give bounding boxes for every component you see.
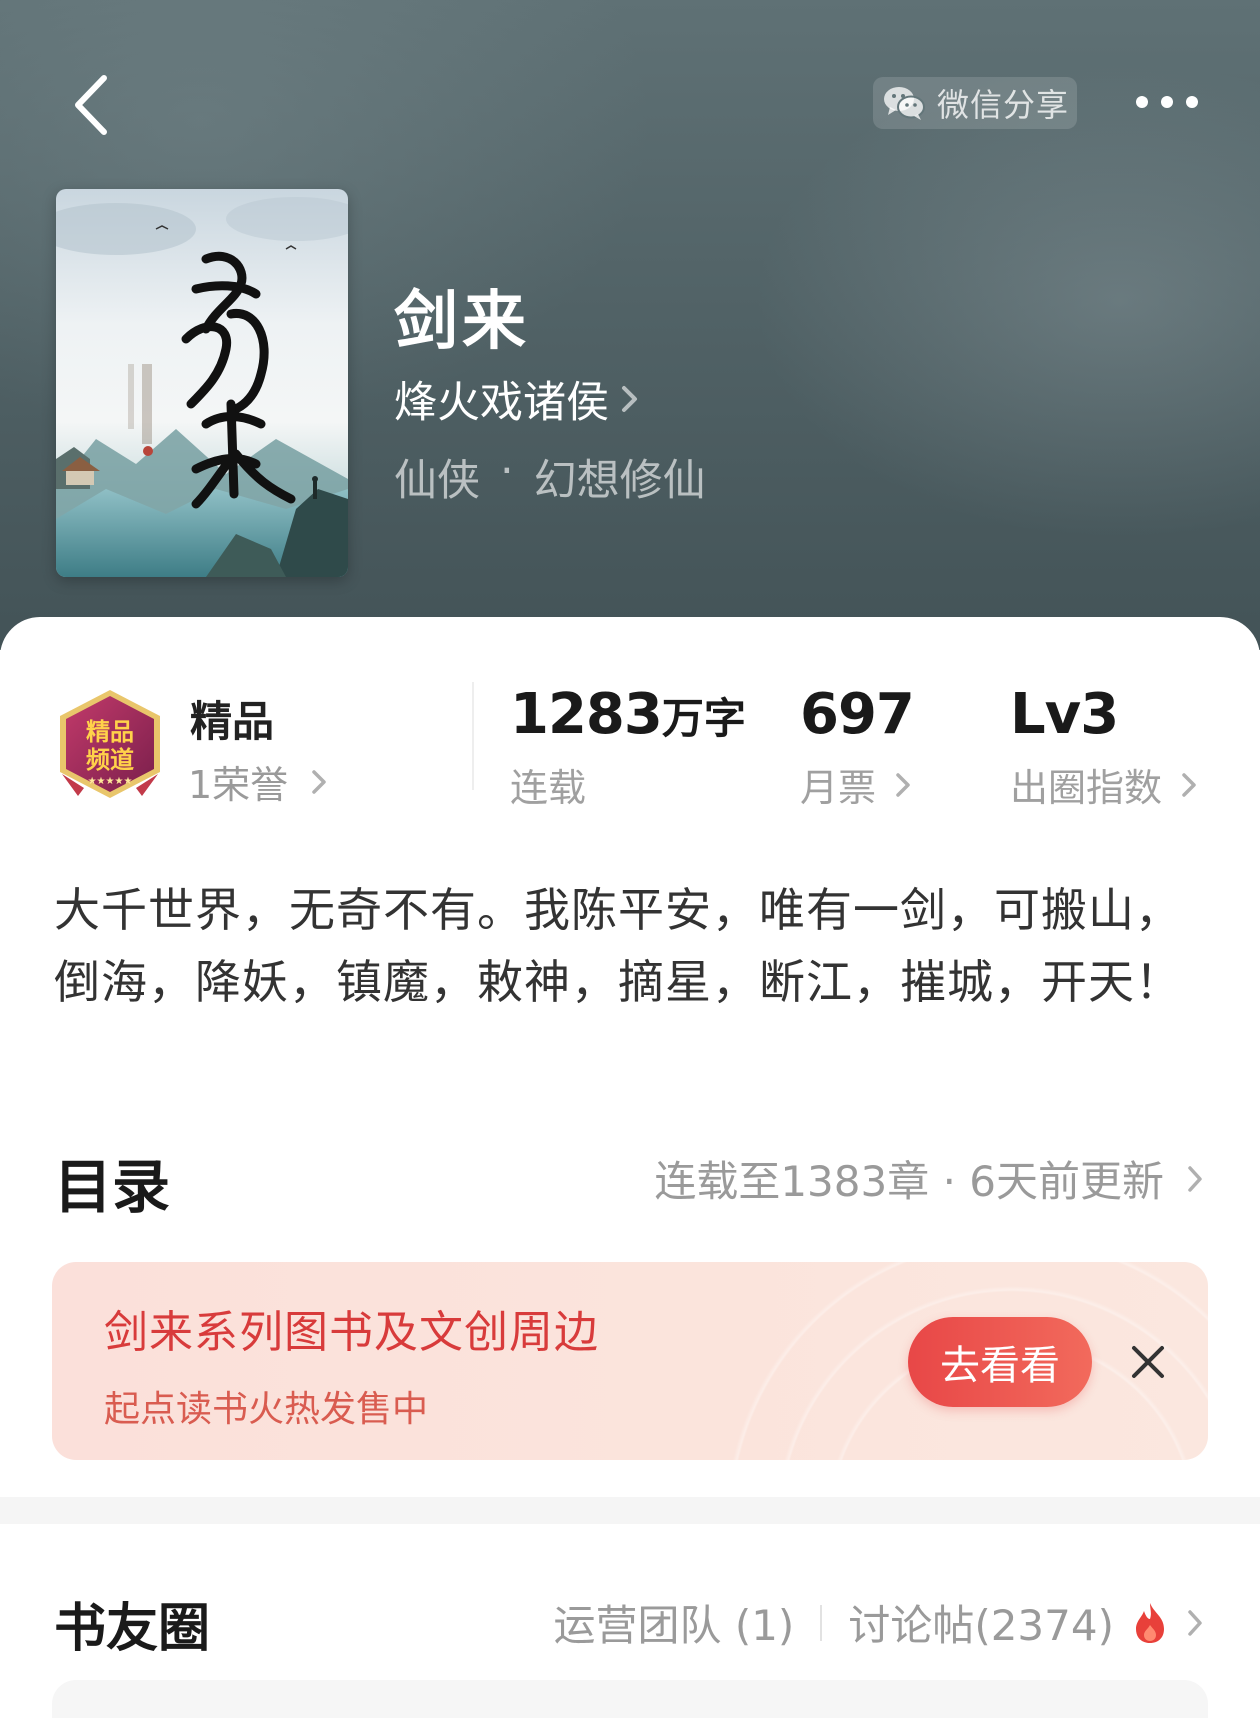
- monthly-ticket-stat[interactable]: 697 月票: [800, 682, 915, 812]
- genre-label: 仙侠: [394, 456, 480, 506]
- honor-count: 1荣誉: [188, 763, 289, 807]
- premium-channel-badge-icon: 精品 频道 ★★★★★: [60, 690, 160, 798]
- chevron-right-icon: [622, 386, 637, 412]
- share-label: 微信分享: [937, 86, 1070, 124]
- word-count-stat: 1283万字 连载: [510, 682, 746, 812]
- wechat-share-button[interactable]: 微信分享: [873, 77, 1077, 129]
- promo-title: 剑来系列图书及文创周边: [104, 1307, 599, 1358]
- promo-close-button[interactable]: [1124, 1338, 1172, 1386]
- popularity-index-value: Lv3: [1010, 682, 1119, 747]
- author-name: 烽火戏诸侯: [394, 378, 609, 428]
- more-options-button[interactable]: [1130, 88, 1210, 116]
- svg-text:精品: 精品: [86, 718, 134, 746]
- reader-circle-links: 运营团队 (1) 讨论帖(2374): [553, 1592, 1204, 1653]
- chevron-right-icon: [896, 772, 910, 797]
- author-link[interactable]: 烽火戏诸侯: [394, 368, 641, 430]
- link-divider: [820, 1604, 823, 1641]
- genre-line: 仙侠 · 幻想修仙: [394, 446, 706, 508]
- badge-title: 精品: [190, 697, 275, 746]
- stats-divider: [472, 682, 474, 790]
- section-separator: [0, 1497, 1260, 1524]
- premium-badge[interactable]: 精品 频道 ★★★★★: [54, 688, 166, 802]
- genre-separator: ·: [500, 446, 514, 496]
- promo-go-button[interactable]: 去看看: [908, 1317, 1092, 1407]
- book-description[interactable]: 大千世界，无奇不有。我陈平安，唯有一剑，可搬山，倒海，降妖，镇魔，敕神，摘星，断…: [54, 874, 1204, 1018]
- popularity-index-label: 出圈指数: [1010, 766, 1163, 810]
- svg-text:★★★★★: ★★★★★: [88, 776, 133, 787]
- chevron-right-icon: [1182, 772, 1196, 797]
- serial-status: 连载: [510, 766, 587, 810]
- toc-title: 目录: [54, 1153, 171, 1221]
- popularity-index-stat[interactable]: Lv3 出圈指数: [1010, 682, 1198, 812]
- svg-text:频道: 频道: [86, 746, 134, 774]
- chevron-right-icon[interactable]: [1186, 1607, 1204, 1639]
- toc-link[interactable]: 连载至1383章 · 6天前更新: [654, 1148, 1204, 1209]
- fire-icon: [1136, 1602, 1164, 1643]
- word-count-unit: 万字: [661, 694, 746, 743]
- reader-circle-panel[interactable]: [52, 1680, 1208, 1718]
- toc-update-info: 连载至1383章 · 6天前更新: [654, 1157, 1164, 1206]
- book-header: 微信分享 剑来 烽火戏诸侯 仙侠 · 幻想修仙: [0, 0, 1260, 650]
- promo-banner[interactable]: 剑来系列图书及文创周边 起点读书火热发售中 去看看: [52, 1262, 1208, 1460]
- close-icon: [1132, 1346, 1164, 1378]
- reader-circle-title: 书友圈: [54, 1599, 211, 1659]
- more-dots-icon: [1136, 96, 1198, 108]
- chevron-right-icon: [312, 769, 326, 794]
- book-detail-page: 微信分享 剑来 烽火戏诸侯 仙侠 · 幻想修仙 精品 频道 ★★★★★ 精品 1…: [0, 0, 1260, 1718]
- wechat-icon: [884, 87, 925, 120]
- operation-team-link[interactable]: 运营团队 (1): [553, 1592, 794, 1653]
- monthly-ticket-value: 697: [800, 682, 915, 747]
- back-button[interactable]: [62, 70, 122, 140]
- word-count-value: 1283: [510, 682, 663, 747]
- discussion-posts-link[interactable]: 讨论帖(2374): [848, 1592, 1114, 1653]
- promo-subtitle: 起点读书火热发售中: [104, 1389, 429, 1430]
- monthly-ticket-label: 月票: [800, 766, 877, 810]
- book-cover[interactable]: [56, 189, 348, 577]
- book-title: 剑来: [394, 284, 530, 359]
- subgenre-label: 幻想修仙: [533, 456, 706, 506]
- chevron-left-icon: [75, 75, 107, 135]
- chevron-right-icon: [1188, 1165, 1202, 1192]
- book-cover-art: [56, 189, 348, 577]
- honor-link[interactable]: 1荣誉: [188, 754, 328, 809]
